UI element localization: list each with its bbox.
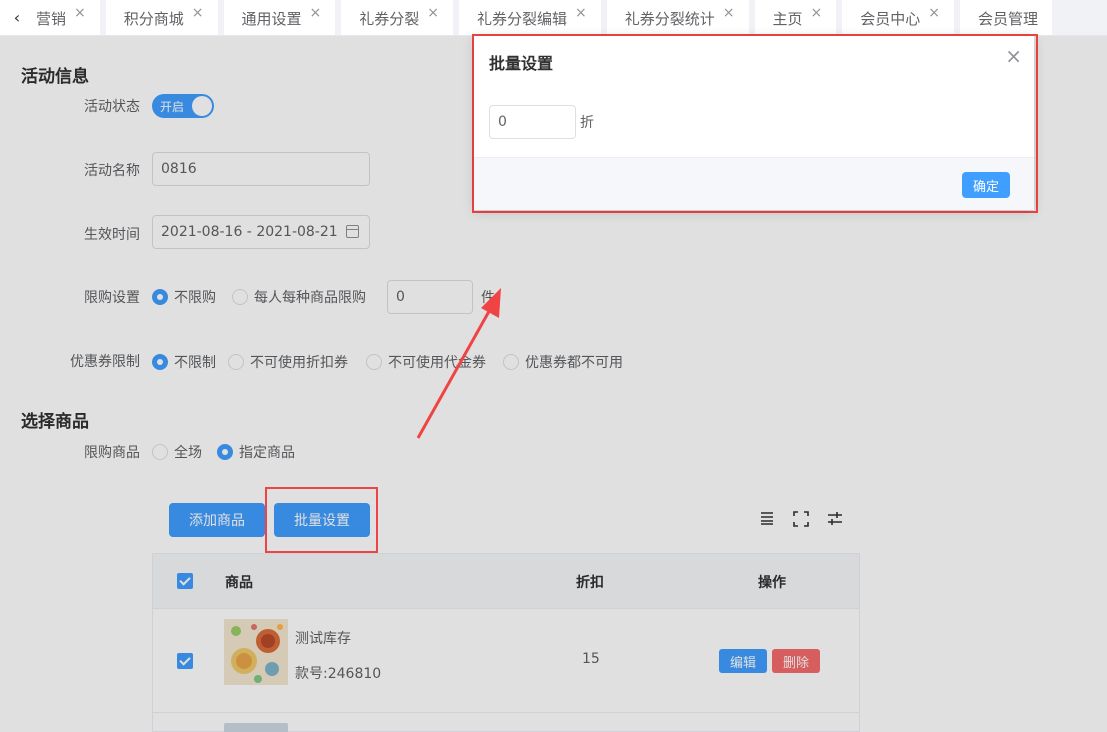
close-icon[interactable]: × — [723, 5, 735, 21]
confirm-button[interactable]: 确定 — [962, 172, 1010, 198]
tab-coupon-split-stats[interactable]: 礼券分裂统计 × — [606, 0, 749, 35]
tab-label: 通用设置 — [241, 9, 302, 28]
dialog-footer: 确定 — [474, 157, 1034, 210]
tab-label: 会员中心 — [860, 9, 921, 28]
tab-label: 礼券分裂 — [359, 9, 420, 28]
close-icon[interactable]: × — [811, 5, 823, 21]
tab-label: 营销 — [36, 9, 67, 28]
close-icon[interactable]: × — [192, 5, 204, 21]
tab-points-mall[interactable]: 积分商城 × — [105, 0, 218, 35]
close-icon[interactable]: × — [575, 5, 587, 21]
tab-coupon-split[interactable]: 礼券分裂 × — [341, 0, 453, 35]
tab-bar: ‹ 营销 × 积分商城 × 通用设置 × 礼券分裂 × 礼券分裂编辑 × 礼券分裂统计 × … — [0, 0, 1107, 36]
annotation-highlight-batch-button — [265, 487, 378, 553]
tab-label: 积分商城 — [123, 9, 184, 28]
tab-marketing[interactable]: 营销 × — [34, 0, 100, 35]
tab-coupon-split-edit[interactable]: 礼券分裂编辑 × — [459, 0, 601, 35]
tab-member-management[interactable]: 会员管理 — [960, 0, 1053, 35]
tab-home[interactable]: 主页 × — [754, 0, 837, 35]
tab-general-settings[interactable]: 通用设置 × — [223, 0, 336, 35]
tab-label: 会员管理 — [978, 9, 1039, 28]
batch-settings-dialog: 批量设置 × 0 折 确定 — [474, 36, 1034, 210]
tab-member-center[interactable]: 会员中心 × — [842, 0, 954, 35]
tab-label: 礼券分裂统计 — [624, 9, 715, 28]
close-icon[interactable]: × — [310, 5, 322, 21]
tab-label: 主页 — [772, 9, 803, 28]
close-icon[interactable]: × — [1005, 46, 1022, 66]
chevron-left-icon[interactable]: ‹ — [0, 0, 34, 35]
close-icon[interactable]: × — [427, 5, 439, 21]
close-icon[interactable]: × — [928, 5, 940, 21]
batch-discount-input[interactable]: 0 — [489, 105, 576, 139]
discount-unit: 折 — [580, 115, 594, 131]
close-icon[interactable]: × — [74, 5, 86, 21]
tab-label: 礼券分裂编辑 — [477, 9, 568, 28]
dialog-title: 批量设置 — [489, 54, 554, 73]
